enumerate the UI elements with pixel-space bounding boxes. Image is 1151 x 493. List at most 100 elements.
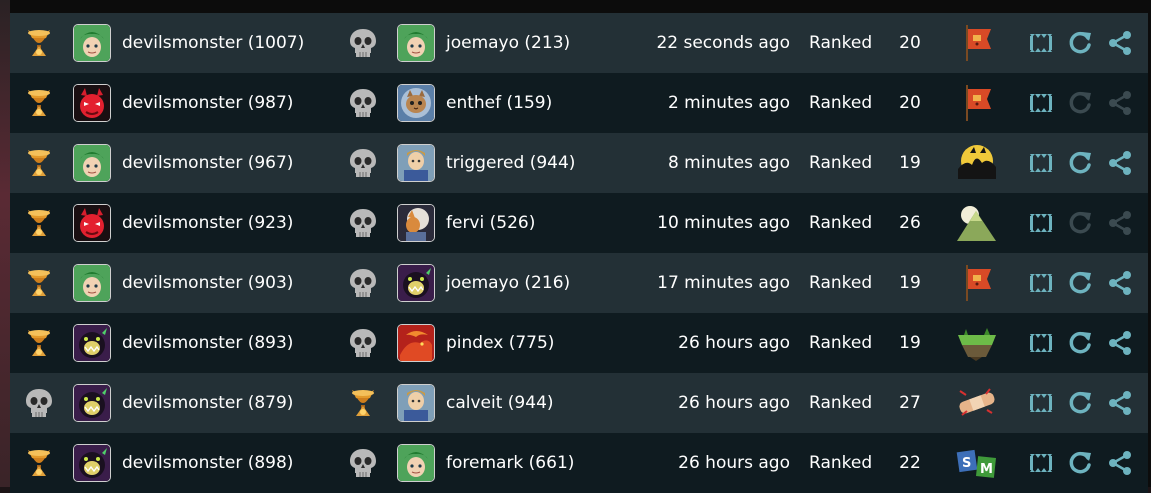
- player2-avatar-cell[interactable]: [396, 253, 436, 313]
- player1-name[interactable]: devilsmonster (879): [122, 373, 342, 433]
- deck-teeth-icon[interactable]: [1028, 150, 1054, 176]
- banner-flag-map-icon[interactable]: [959, 23, 995, 63]
- mountain-moon-map-icon[interactable]: [956, 203, 998, 243]
- red-dragon-avatar[interactable]: [397, 324, 435, 362]
- map-cell[interactable]: S M: [956, 433, 998, 493]
- green-hair-avatar[interactable]: [397, 24, 435, 62]
- green-hair-avatar[interactable]: [73, 264, 111, 302]
- player2-avatar-cell[interactable]: [396, 13, 436, 73]
- dark-monster-avatar[interactable]: [73, 444, 111, 482]
- player1-avatar-cell[interactable]: [72, 313, 112, 373]
- map-cell[interactable]: [956, 13, 998, 73]
- green-hair-avatar[interactable]: [397, 444, 435, 482]
- view-deck-button[interactable]: [1026, 133, 1056, 193]
- share-button[interactable]: [1105, 73, 1135, 133]
- view-deck-button[interactable]: [1026, 373, 1056, 433]
- share-icon[interactable]: [1107, 330, 1133, 356]
- replay-button[interactable]: [1065, 253, 1095, 313]
- replay-button[interactable]: [1065, 13, 1095, 73]
- table-row[interactable]: devilsmonster (923) fervi (526) 10 minut…: [10, 193, 1148, 253]
- replay-icon[interactable]: [1067, 150, 1093, 176]
- replay-icon[interactable]: [1067, 390, 1093, 416]
- player1-name[interactable]: devilsmonster (987): [122, 73, 342, 133]
- replay-button[interactable]: [1065, 373, 1095, 433]
- replay-icon[interactable]: [1067, 30, 1093, 56]
- share-icon[interactable]: [1107, 270, 1133, 296]
- share-icon[interactable]: [1107, 150, 1133, 176]
- share-button[interactable]: [1105, 313, 1135, 373]
- fox-space-avatar[interactable]: [397, 204, 435, 242]
- replay-icon[interactable]: [1067, 450, 1093, 476]
- table-row[interactable]: devilsmonster (898) foremark (661) 26 ho…: [10, 433, 1148, 493]
- green-hair-avatar[interactable]: [73, 24, 111, 62]
- table-row[interactable]: devilsmonster (987) enthef (159) 2 minut…: [10, 73, 1148, 133]
- player2-avatar-cell[interactable]: [396, 373, 436, 433]
- table-row[interactable]: devilsmonster (903) joemayo (216) 17 min…: [10, 253, 1148, 313]
- dark-monster-avatar[interactable]: [73, 384, 111, 422]
- map-cell[interactable]: [956, 313, 998, 373]
- share-icon[interactable]: [1107, 390, 1133, 416]
- player2-avatar-cell[interactable]: [396, 313, 436, 373]
- replay-icon[interactable]: [1067, 270, 1093, 296]
- map-cell[interactable]: [956, 373, 998, 433]
- knight-avatar[interactable]: [397, 384, 435, 422]
- player1-name[interactable]: devilsmonster (893): [122, 313, 342, 373]
- player1-name[interactable]: devilsmonster (898): [122, 433, 342, 493]
- view-deck-button[interactable]: [1026, 433, 1056, 493]
- replay-button[interactable]: [1065, 133, 1095, 193]
- player1-name[interactable]: devilsmonster (1007): [122, 13, 342, 73]
- deck-teeth-icon[interactable]: [1028, 390, 1054, 416]
- dark-monster-avatar[interactable]: [397, 264, 435, 302]
- player1-avatar-cell[interactable]: [72, 73, 112, 133]
- player2-avatar-cell[interactable]: [396, 73, 436, 133]
- map-cell[interactable]: [956, 73, 998, 133]
- view-deck-button[interactable]: [1026, 193, 1056, 253]
- player1-avatar-cell[interactable]: [72, 253, 112, 313]
- deck-teeth-icon[interactable]: [1028, 210, 1054, 236]
- share-icon[interactable]: [1107, 30, 1133, 56]
- player1-name[interactable]: devilsmonster (967): [122, 133, 342, 193]
- player1-avatar-cell[interactable]: [72, 13, 112, 73]
- player1-avatar-cell[interactable]: [72, 133, 112, 193]
- player1-avatar-cell[interactable]: [72, 193, 112, 253]
- share-button[interactable]: [1105, 253, 1135, 313]
- replay-icon[interactable]: [1067, 330, 1093, 356]
- replay-button[interactable]: [1065, 313, 1095, 373]
- deck-teeth-icon[interactable]: [1028, 330, 1054, 356]
- share-button[interactable]: [1105, 433, 1135, 493]
- view-deck-button[interactable]: [1026, 13, 1056, 73]
- bandage-map-icon[interactable]: [956, 383, 998, 423]
- view-deck-button[interactable]: [1026, 313, 1056, 373]
- deck-teeth-icon[interactable]: [1028, 270, 1054, 296]
- table-row[interactable]: devilsmonster (893) pindex (775) 26 hour…: [10, 313, 1148, 373]
- view-deck-button[interactable]: [1026, 253, 1056, 313]
- deck-teeth-icon[interactable]: [1028, 450, 1054, 476]
- deck-teeth-icon[interactable]: [1028, 90, 1054, 116]
- map-cell[interactable]: [956, 253, 998, 313]
- banner-flag-map-icon[interactable]: [959, 263, 995, 303]
- floating-island-map-icon[interactable]: [956, 323, 998, 363]
- map-cell[interactable]: [956, 133, 998, 193]
- share-button[interactable]: [1105, 373, 1135, 433]
- replay-button[interactable]: [1065, 73, 1095, 133]
- cat-astronaut-avatar[interactable]: [397, 84, 435, 122]
- green-hair-avatar[interactable]: [73, 144, 111, 182]
- red-devil-avatar[interactable]: [73, 84, 111, 122]
- night-silhouette-map-icon[interactable]: [956, 143, 998, 183]
- player2-avatar-cell[interactable]: [396, 433, 436, 493]
- deck-teeth-icon[interactable]: [1028, 30, 1054, 56]
- share-button[interactable]: [1105, 133, 1135, 193]
- red-devil-avatar[interactable]: [73, 204, 111, 242]
- player1-name[interactable]: devilsmonster (923): [122, 193, 342, 253]
- share-icon[interactable]: [1107, 450, 1133, 476]
- view-deck-button[interactable]: [1026, 73, 1056, 133]
- player2-avatar-cell[interactable]: [396, 193, 436, 253]
- player1-avatar-cell[interactable]: [72, 373, 112, 433]
- replay-button[interactable]: [1065, 433, 1095, 493]
- share-button[interactable]: [1105, 13, 1135, 73]
- table-row[interactable]: devilsmonster (967) triggered (944) 8 mi…: [10, 133, 1148, 193]
- knight-avatar[interactable]: [397, 144, 435, 182]
- replay-button[interactable]: [1065, 193, 1095, 253]
- dark-monster-avatar[interactable]: [73, 324, 111, 362]
- table-row[interactable]: devilsmonster (1007) joemayo (213) 22 se…: [10, 13, 1148, 73]
